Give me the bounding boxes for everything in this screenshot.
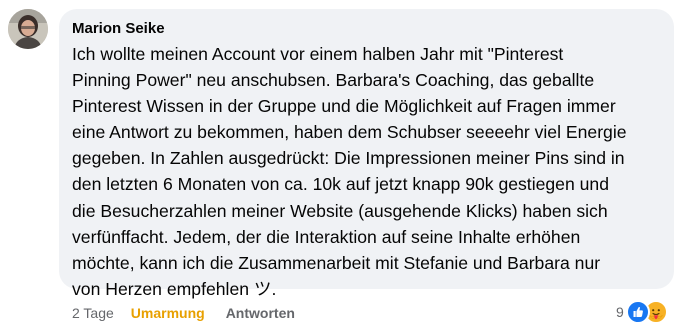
comment-actions: 2 Tage Umarmung Antworten [72,304,295,322]
comment-bubble: Marion Seike Ich wollte meinen Account v… [59,9,674,299]
comment-text: Ich wollte meinen Account vor einem halb… [72,44,627,299]
comment-author[interactable]: Marion Seike [72,20,165,37]
reaction-summary[interactable]: 9 [616,300,668,324]
profile-photo [8,9,48,49]
comment-timestamp[interactable]: 2 Tage [72,304,114,322]
avatar[interactable] [8,9,48,49]
reaction-count: 9 [616,304,624,320]
reaction-button[interactable]: Umarmung [131,304,205,322]
like-icon [625,300,650,324]
reply-button[interactable]: Antworten [226,304,295,322]
